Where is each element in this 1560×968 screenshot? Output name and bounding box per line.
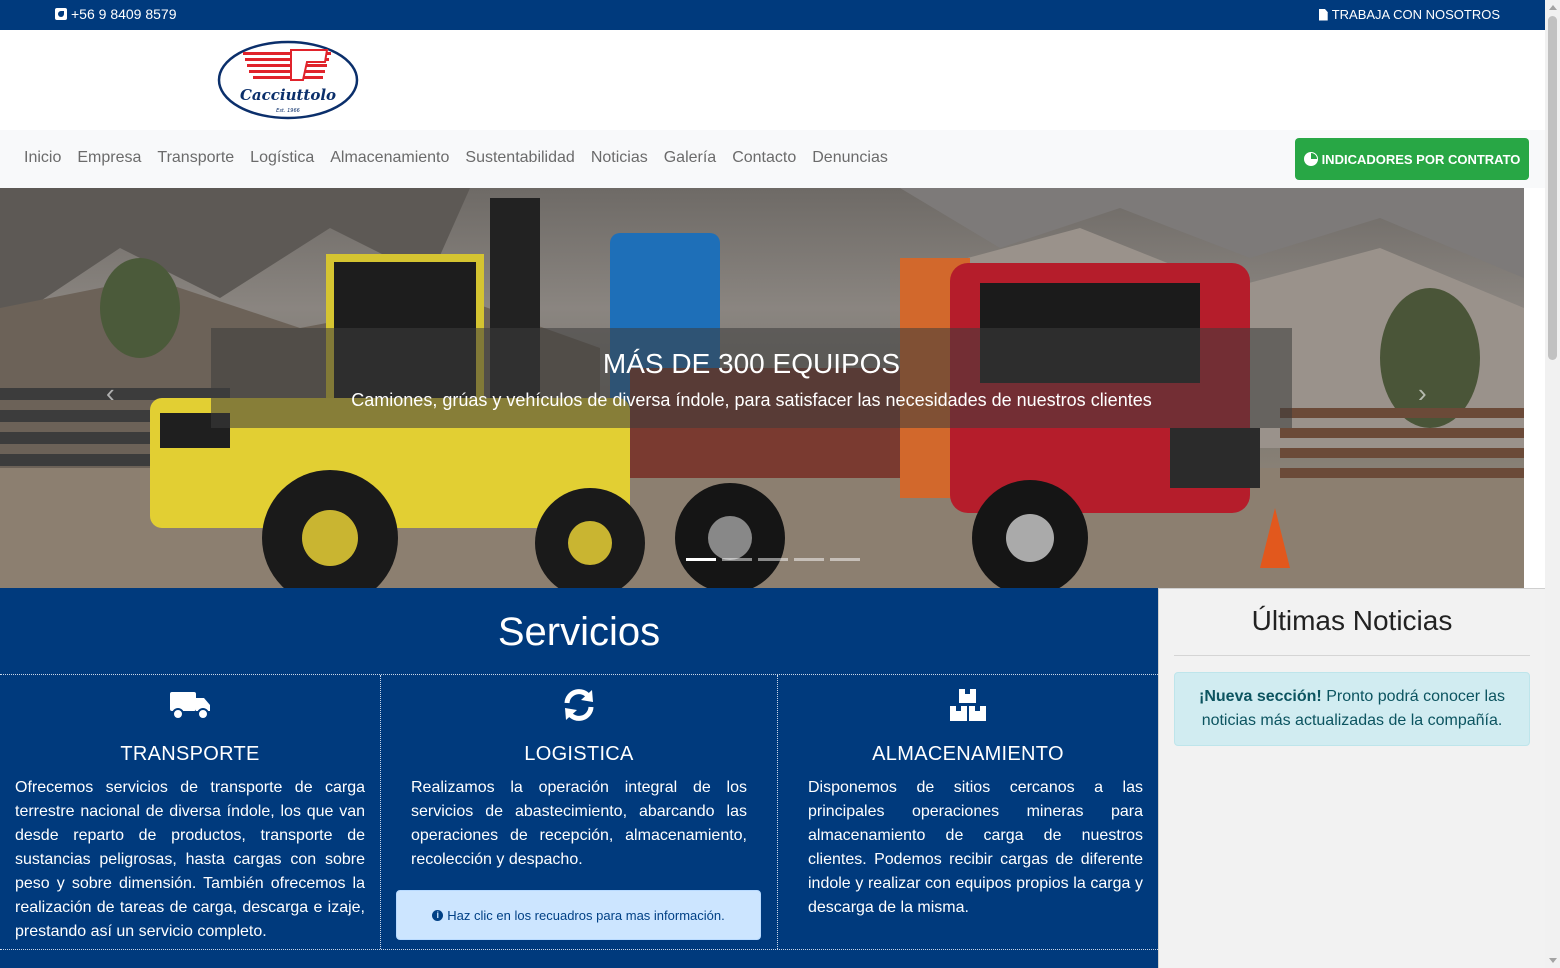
nav-item-galeria[interactable]: Galería bbox=[656, 149, 724, 167]
nav-item-sustentabilidad[interactable]: Sustentabilidad bbox=[457, 149, 582, 167]
carousel-indicators bbox=[686, 558, 860, 561]
info-icon: i bbox=[432, 909, 444, 921]
carousel-indicator[interactable] bbox=[794, 558, 824, 561]
carousel-next-icon[interactable]: › bbox=[1418, 378, 1427, 409]
hint-alert: i Haz clic en los recuadros para mas inf… bbox=[396, 890, 761, 940]
phone-contact[interactable]: +56 9 8409 8579 bbox=[55, 6, 177, 22]
hero-subtitle: Camiones, grúas y vehículos de diversa í… bbox=[351, 390, 1152, 410]
service-card-transporte[interactable]: TRANSPORTE Ofrecemos servicios de transp… bbox=[0, 675, 381, 949]
boxes-icon bbox=[793, 687, 1143, 723]
service-description: Ofrecemos servicios de transporte de car… bbox=[15, 779, 365, 940]
services-section: Servicios TRANSPORTE Ofrecemos servicios… bbox=[0, 588, 1158, 968]
carousel-indicator[interactable] bbox=[830, 558, 860, 561]
phone-icon bbox=[55, 8, 67, 20]
news-heading: Últimas Noticias bbox=[1251, 605, 1453, 636]
news-alert-strong: ¡Nueva sección! bbox=[1199, 688, 1322, 705]
nav-item-almacenamiento[interactable]: Almacenamiento bbox=[322, 149, 457, 167]
news-sidebar: Últimas Noticias ¡Nueva sección! Pronto … bbox=[1158, 588, 1545, 968]
carousel-prev-icon[interactable]: ‹ bbox=[106, 378, 115, 409]
carousel-indicator[interactable] bbox=[758, 558, 788, 561]
company-logo[interactable]: Cacciuttolo Est. 1966 bbox=[217, 40, 359, 120]
document-icon bbox=[1318, 8, 1328, 21]
nav-item-empresa[interactable]: Empresa bbox=[69, 149, 149, 167]
news-alert: ¡Nueva sección! Pronto podrá conocer las… bbox=[1174, 672, 1530, 746]
service-description: Realizamos la operación integral de los … bbox=[411, 779, 747, 868]
logo-est: Est. 1966 bbox=[276, 108, 300, 114]
nav-links: Inicio Empresa Transporte Logística Alma… bbox=[16, 149, 896, 167]
carousel-indicator[interactable] bbox=[722, 558, 752, 561]
scroll-up-icon[interactable] bbox=[1549, 5, 1557, 10]
hero-caption: MÁS DE 300 EQUIPOS Camiones, grúas y veh… bbox=[211, 328, 1292, 428]
logo-wordmark: Cacciuttolo bbox=[240, 86, 336, 104]
truck-icon bbox=[15, 687, 365, 723]
jobs-link-label: TRABAJA CON NOSOTROS bbox=[1331, 7, 1500, 22]
indicators-button[interactable]: INDICADORES POR CONTRATO bbox=[1295, 138, 1529, 180]
services-row: TRANSPORTE Ofrecemos servicios de transp… bbox=[0, 674, 1158, 950]
nav-item-logistica[interactable]: Logística bbox=[242, 149, 322, 167]
service-description: Disponemos de sitios cercanos a las prin… bbox=[808, 779, 1143, 916]
hero-carousel: MÁS DE 300 EQUIPOS Camiones, grúas y veh… bbox=[0, 188, 1524, 588]
main-navbar: Inicio Empresa Transporte Logística Alma… bbox=[0, 130, 1545, 188]
nav-item-denuncias[interactable]: Denuncias bbox=[804, 149, 896, 167]
service-title: ALMACENAMIENTO bbox=[872, 743, 1064, 765]
scroll-down-icon[interactable] bbox=[1549, 958, 1557, 963]
pie-chart-icon bbox=[1303, 152, 1318, 166]
hint-text: Haz clic en los recuadros para mas infor… bbox=[447, 907, 725, 923]
service-title: TRANSPORTE bbox=[120, 743, 260, 765]
news-divider bbox=[1174, 655, 1530, 656]
logo-header: Cacciuttolo Est. 1966 bbox=[0, 30, 1545, 130]
service-title: LOGISTICA bbox=[524, 743, 634, 765]
nav-item-noticias[interactable]: Noticias bbox=[583, 149, 656, 167]
scroll-thumb[interactable] bbox=[1548, 16, 1557, 360]
top-bar: +56 9 8409 8579 TRABAJA CON NOSOTROS bbox=[0, 0, 1545, 30]
page-scrollbar[interactable] bbox=[1545, 0, 1560, 968]
service-card-logistica[interactable]: LOGISTICA Realizamos la operación integr… bbox=[381, 675, 778, 949]
nav-item-contacto[interactable]: Contacto bbox=[724, 149, 804, 167]
hero-title: MÁS DE 300 EQUIPOS bbox=[602, 348, 901, 379]
nav-item-inicio[interactable]: Inicio bbox=[16, 149, 69, 167]
carousel-indicator[interactable] bbox=[686, 558, 716, 561]
indicators-button-label: INDICADORES POR CONTRATO bbox=[1321, 151, 1521, 167]
service-card-almacenamiento[interactable]: ALMACENAMIENTO Disponemos de sitios cerc… bbox=[778, 675, 1158, 949]
services-heading: Servicios bbox=[497, 610, 661, 654]
phone-number: +56 9 8409 8579 bbox=[71, 6, 177, 22]
jobs-link[interactable]: TRABAJA CON NOSOTROS bbox=[1318, 7, 1500, 22]
sync-icon bbox=[396, 687, 762, 723]
nav-item-transporte[interactable]: Transporte bbox=[149, 149, 242, 167]
